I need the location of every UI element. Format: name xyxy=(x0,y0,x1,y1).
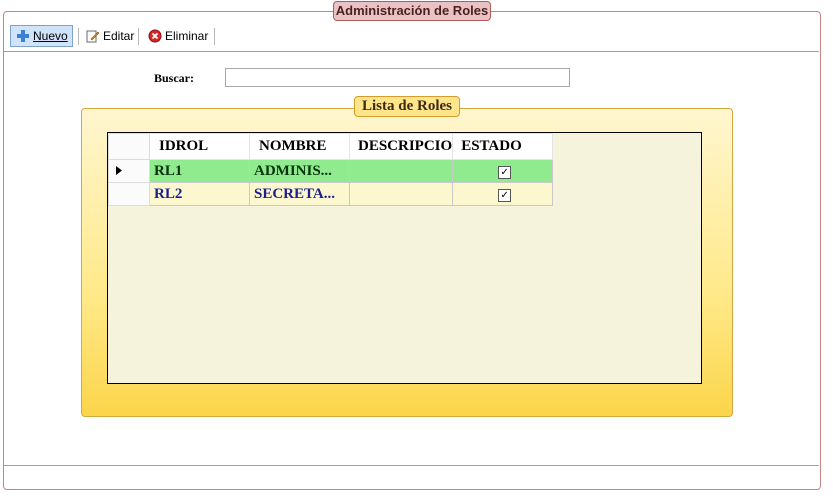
cell-idrol[interactable]: RL1 xyxy=(149,159,250,183)
current-row-arrow-icon xyxy=(116,163,122,180)
row-header-corner xyxy=(108,133,150,160)
eliminar-button[interactable]: Eliminar xyxy=(143,25,215,47)
search-input[interactable] xyxy=(225,68,570,87)
roles-table: IDROL NOMBRE DESCRIPCIO ESTADO RL1 ADMIN… xyxy=(108,133,554,206)
edit-pencil-icon xyxy=(86,29,100,44)
cell-estado[interactable]: ✓ xyxy=(452,159,554,183)
row-selector[interactable] xyxy=(108,182,150,206)
editar-label: Editar xyxy=(103,29,135,43)
cell-nombre[interactable]: SECRETA... xyxy=(249,182,350,206)
cell-estado[interactable]: ✓ xyxy=(452,182,554,206)
editar-button[interactable]: Editar xyxy=(82,25,136,47)
cell-descripcion[interactable] xyxy=(348,182,454,206)
header-row: IDROL NOMBRE DESCRIPCIO ESTADO xyxy=(108,133,554,160)
cell-nombre[interactable]: ADMINIS... xyxy=(249,159,350,183)
column-header-idrol[interactable]: IDROL xyxy=(149,133,250,160)
nuevo-label: Nuevo xyxy=(33,29,68,43)
estado-checkbox[interactable]: ✓ xyxy=(498,165,512,179)
toolbar: Nuevo Editar Eliminar xyxy=(4,23,819,49)
bottom-divider xyxy=(4,465,819,466)
eliminar-label: Eliminar xyxy=(165,29,209,43)
table-row[interactable]: RL2 SECRETA... ✓ xyxy=(108,182,554,206)
toolbar-separator xyxy=(214,28,215,45)
column-header-nombre[interactable]: NOMBRE xyxy=(249,133,350,160)
toolbar-divider xyxy=(4,51,819,52)
column-header-estado[interactable]: ESTADO xyxy=(452,133,554,160)
row-selector[interactable] xyxy=(108,159,150,183)
column-header-descripcion[interactable]: DESCRIPCIO xyxy=(348,133,454,160)
window-title: Administración de Roles xyxy=(333,1,491,21)
search-label: Buscar: xyxy=(154,71,194,85)
table-row[interactable]: RL1 ADMINIS... ✓ xyxy=(108,159,554,183)
nuevo-button[interactable]: Nuevo xyxy=(10,25,73,47)
roles-grid[interactable]: IDROL NOMBRE DESCRIPCIO ESTADO RL1 ADMIN… xyxy=(107,132,702,384)
cell-idrol[interactable]: RL2 xyxy=(149,182,250,206)
estado-checkbox[interactable]: ✓ xyxy=(498,188,512,202)
delete-circle-icon xyxy=(147,29,162,44)
cell-descripcion[interactable] xyxy=(348,159,454,183)
toolbar-separator xyxy=(138,28,139,45)
toolbar-separator xyxy=(78,28,79,45)
plus-icon xyxy=(15,29,30,44)
groupbox-title: Lista de Roles xyxy=(354,96,460,117)
